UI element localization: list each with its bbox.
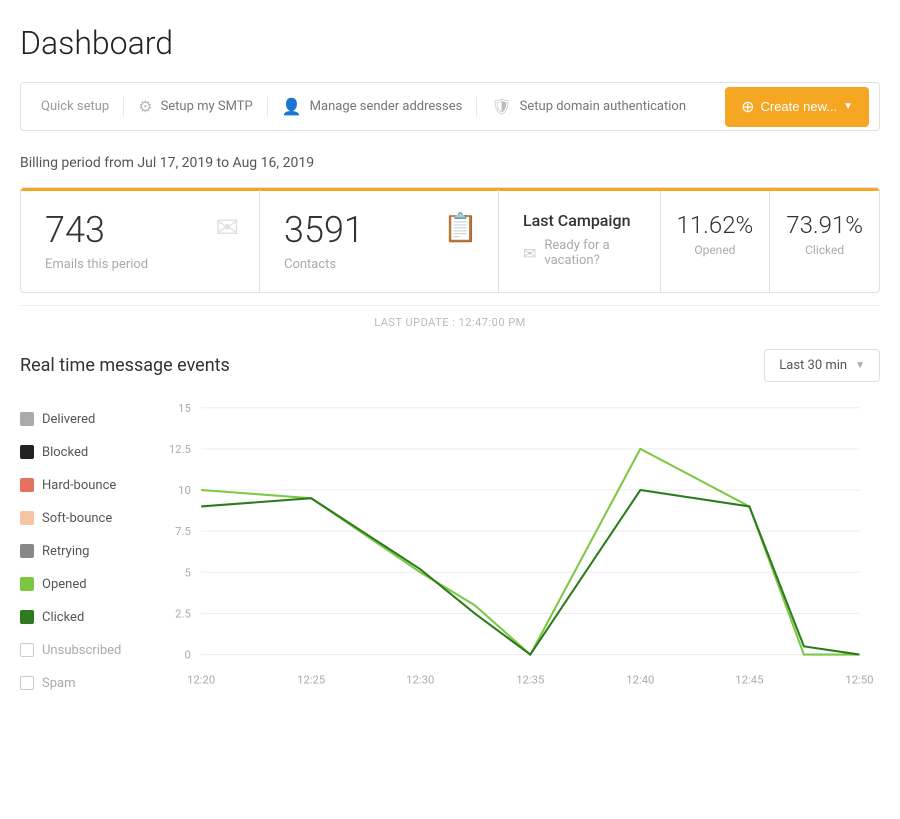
legend-item-hard-bounce: Hard-bounce	[20, 478, 160, 493]
clicked-pct: 73.91%	[786, 211, 863, 239]
chart-legend: Delivered Blocked Hard-bounce Soft-bounc…	[20, 402, 160, 726]
svg-text:2.5: 2.5	[175, 607, 191, 620]
svg-text:12:35: 12:35	[516, 673, 544, 686]
emails-count: 743	[45, 211, 235, 251]
sender-icon: 👤	[282, 97, 302, 116]
line-chart: 0 2.5 5 7.5 10 12.5 15 12:20 12:25 12:30…	[160, 402, 880, 722]
last-update: LAST UPDATE : 12:47:00 PM	[20, 305, 880, 329]
sender-setup-item[interactable]: 👤 Manage sender addresses	[272, 83, 473, 130]
svg-text:7.5: 7.5	[175, 525, 191, 538]
billing-period: Billing period from Jul 17, 2019 to Aug …	[20, 155, 880, 171]
opened-label: Opened	[677, 243, 754, 257]
setup-bar: Quick setup ⚙ Setup my SMTP 👤 Manage sen…	[20, 82, 880, 131]
chart-container: 0 2.5 5 7.5 10 12.5 15 12:20 12:25 12:30…	[160, 402, 880, 726]
quick-setup-item[interactable]: Quick setup	[31, 85, 119, 128]
legend-item-delivered: Delivered	[20, 412, 160, 427]
domain-icon: 🛡	[491, 97, 511, 116]
campaign-title: Last Campaign	[523, 211, 636, 230]
opened-metric: 11.62% Opened	[660, 191, 770, 292]
svg-text:12:50: 12:50	[845, 673, 873, 686]
campaign-info: Last Campaign ✉ Ready for a vacation?	[499, 191, 660, 292]
contacts-stat-card: 3591 Contacts 📋	[260, 188, 499, 292]
svg-text:10: 10	[178, 484, 191, 497]
chart-header: Real time message events Last 30 min ▼	[20, 349, 880, 382]
opened-pct: 11.62%	[677, 211, 754, 239]
svg-text:12:40: 12:40	[626, 673, 654, 686]
quick-setup-label: Quick setup	[41, 99, 109, 114]
smtp-setup-item[interactable]: ⚙ Setup my SMTP	[128, 83, 263, 130]
time-range-label: Last 30 min	[779, 358, 847, 373]
smtp-icon: ⚙	[138, 97, 152, 116]
svg-text:12.5: 12.5	[169, 443, 191, 456]
svg-text:12:45: 12:45	[735, 673, 763, 686]
time-range-select[interactable]: Last 30 min ▼	[764, 349, 880, 382]
campaign-stat-card: Last Campaign ✉ Ready for a vacation? 11…	[499, 188, 879, 292]
domain-setup-item[interactable]: 🛡 Setup domain authentication	[481, 83, 696, 130]
page-title: Dashboard	[20, 24, 880, 62]
legend-item-opened: Opened	[20, 577, 160, 592]
emails-label: Emails this period	[45, 257, 235, 272]
legend-item-clicked: Clicked	[20, 610, 160, 625]
legend-item-unsubscribed: Unsubscribed	[20, 643, 160, 658]
svg-text:12:20: 12:20	[187, 673, 215, 686]
chart-area: Delivered Blocked Hard-bounce Soft-bounc…	[20, 402, 880, 726]
create-plus-icon: ⊕	[741, 97, 754, 117]
email-icon: ✉	[216, 211, 239, 244]
svg-text:12:30: 12:30	[406, 673, 434, 686]
legend-item-soft-bounce: Soft-bounce	[20, 511, 160, 526]
legend-item-retrying: Retrying	[20, 544, 160, 559]
svg-text:12:25: 12:25	[297, 673, 325, 686]
svg-text:0: 0	[184, 648, 190, 661]
emails-stat-card: 743 Emails this period ✉	[21, 188, 260, 292]
campaign-name: Ready for a vacation?	[544, 238, 635, 268]
chart-title: Real time message events	[20, 355, 230, 376]
campaign-email-icon: ✉	[523, 244, 536, 263]
contacts-label: Contacts	[284, 257, 474, 272]
svg-text:5: 5	[184, 566, 190, 579]
create-label: Create new...	[760, 99, 837, 114]
opened-line	[201, 448, 859, 654]
contacts-icon: 📋	[443, 211, 478, 244]
time-range-arrow-icon: ▼	[855, 360, 865, 371]
create-new-button[interactable]: ⊕ Create new... ▼	[725, 87, 869, 127]
legend-item-spam: Spam	[20, 676, 160, 691]
clicked-label: Clicked	[786, 243, 863, 257]
legend-item-blocked: Blocked	[20, 445, 160, 460]
stats-row: 743 Emails this period ✉ 3591 Contacts 📋…	[20, 187, 880, 293]
create-arrow-icon: ▼	[843, 101, 853, 112]
sender-label: Manage sender addresses	[310, 99, 463, 114]
svg-text:15: 15	[178, 401, 191, 414]
clicked-metric: 73.91% Clicked	[769, 191, 879, 292]
domain-label: Setup domain authentication	[520, 99, 686, 114]
smtp-label: Setup my SMTP	[161, 99, 253, 114]
